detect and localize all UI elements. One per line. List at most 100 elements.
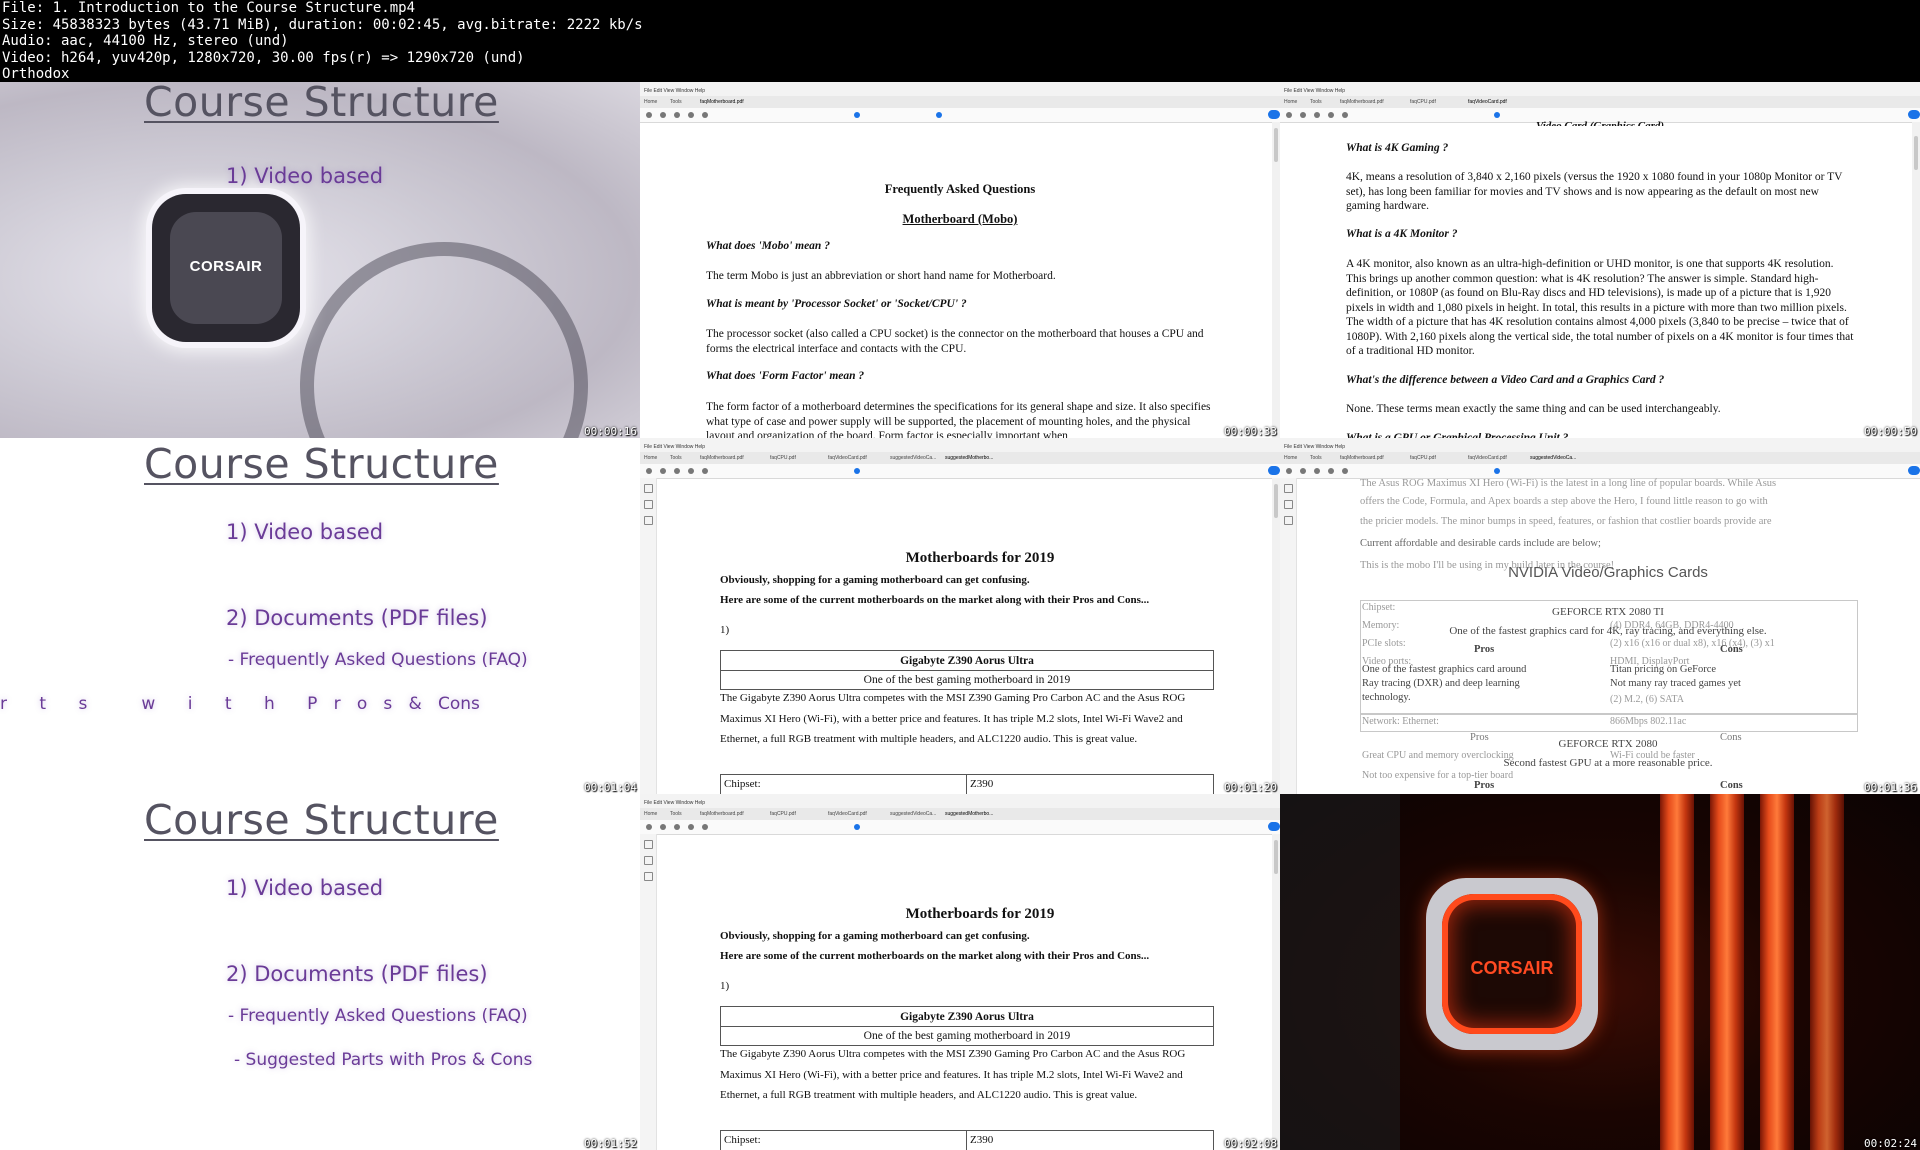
sign-button[interactable] (1268, 110, 1280, 119)
tab-home[interactable]: Home (644, 811, 657, 817)
bookmark-icon[interactable] (1284, 500, 1293, 509)
search-icon[interactable] (702, 468, 708, 474)
search-icon[interactable] (1342, 112, 1348, 118)
left-panel-rail (640, 834, 657, 1150)
bookmark-icon[interactable] (644, 856, 653, 865)
attachment-icon[interactable] (644, 872, 653, 881)
select-icon[interactable] (854, 824, 860, 830)
tab-faq-mobo[interactable]: faqMotherboard.pdf (700, 811, 744, 817)
tab-suggested-mobo[interactable]: suggestedMotherbo... (945, 455, 993, 461)
mail-icon[interactable] (1328, 468, 1334, 474)
tab-faq-video[interactable]: faqVideoCard.pdf (1468, 99, 1507, 105)
timestamp: 00:02:08 (1224, 1137, 1277, 1150)
ram-light-2 (1710, 794, 1744, 1150)
print-icon[interactable] (1314, 112, 1320, 118)
select-icon[interactable] (1494, 112, 1500, 118)
print-icon[interactable] (674, 112, 680, 118)
faq-a-4k-gaming: 4K, means a resolution of 3,840 x 2,160 … (1346, 171, 1843, 212)
tab-faq-cpu[interactable]: faqCPU.pdf (1410, 99, 1436, 105)
print-icon[interactable] (674, 824, 680, 830)
select-icon[interactable] (854, 468, 860, 474)
card2-cons: Cons (1720, 780, 1743, 791)
bookmark-icon[interactable] (644, 500, 653, 509)
select-icon[interactable] (1494, 468, 1500, 474)
pages-icon[interactable] (644, 840, 653, 849)
attachment-icon[interactable] (644, 516, 653, 525)
tab-faq-cpu[interactable]: faqCPU.pdf (1410, 455, 1436, 461)
tab-suggested-video[interactable]: suggestedVideoCa... (890, 455, 936, 461)
timestamp: 00:00:50 (1864, 425, 1917, 438)
mail-icon[interactable] (1328, 112, 1334, 118)
mail-icon[interactable] (688, 468, 694, 474)
save-icon[interactable] (646, 468, 652, 474)
tab-home[interactable]: Home (644, 455, 657, 461)
zoom-icon[interactable] (936, 112, 942, 118)
save-icon[interactable] (646, 824, 652, 830)
pages-icon[interactable] (644, 484, 653, 493)
tab-tools[interactable]: Tools (670, 811, 682, 817)
tab-home[interactable]: Home (1284, 455, 1297, 461)
tab-tools[interactable]: Tools (1310, 455, 1322, 461)
upload-icon[interactable] (660, 112, 666, 118)
upload-icon[interactable] (1300, 112, 1306, 118)
cooler-pump: CORSAIR (1426, 878, 1598, 1050)
slide-item-documents: 2) Documents (PDF files) (226, 962, 488, 986)
scrollbar[interactable] (1912, 122, 1920, 438)
tab-faq-video[interactable]: faqVideoCard.pdf (828, 455, 867, 461)
left-panel-rail (1280, 478, 1297, 794)
save-icon[interactable] (1286, 112, 1292, 118)
pdf-menu-bar[interactable]: File Edit View Window Help (1284, 444, 1345, 450)
tab-suggested-mobo[interactable]: suggestedMotherbo... (945, 811, 993, 817)
print-icon[interactable] (674, 468, 680, 474)
pdf-menu-bar[interactable]: File Edit View Window Help (644, 444, 705, 450)
save-icon[interactable] (646, 112, 652, 118)
pages-icon[interactable] (1284, 484, 1293, 493)
scrollbar[interactable] (1272, 478, 1280, 794)
tab-tools[interactable]: Tools (1310, 99, 1322, 105)
faq-a-video-vs-graphics: None. These terms mean exactly the same … (1346, 403, 1721, 415)
search-icon[interactable] (702, 824, 708, 830)
upload-icon[interactable] (1300, 468, 1306, 474)
upload-icon[interactable] (660, 468, 666, 474)
tab-faq-mobo[interactable]: faqMotherboard.pdf (1340, 99, 1384, 105)
ram-light-3 (1760, 794, 1794, 1150)
pdf-menu-bar[interactable]: File Edit View Window Help (644, 88, 705, 94)
sign-button[interactable] (1908, 110, 1920, 119)
tab-faq-mobo[interactable]: faqMotherboard.pdf (1340, 455, 1384, 461)
scrollbar[interactable] (1272, 834, 1280, 1150)
tab-faq-cpu[interactable]: faqCPU.pdf (770, 455, 796, 461)
slide-item-faq: - Frequently Asked Questions (FAQ) (228, 1006, 528, 1026)
select-icon[interactable] (854, 112, 860, 118)
tab-faq-mobo[interactable]: faqMotherboard.pdf (700, 455, 744, 461)
pdf-menu-bar[interactable]: File Edit View Window Help (1284, 88, 1345, 94)
scrollbar[interactable] (1272, 122, 1280, 438)
print-icon[interactable] (1314, 468, 1320, 474)
sign-button[interactable] (1268, 822, 1280, 831)
sign-button[interactable] (1908, 466, 1920, 475)
save-icon[interactable] (1286, 468, 1292, 474)
search-icon[interactable] (702, 112, 708, 118)
tab-suggested-video[interactable]: suggestedVideoCa... (890, 811, 936, 817)
left-panel-rail (640, 478, 657, 794)
tab-suggested-video[interactable]: suggestedVideoCa... (1530, 455, 1576, 461)
upload-icon[interactable] (660, 824, 666, 830)
tab-faq-video[interactable]: faqVideoCard.pdf (1468, 455, 1507, 461)
slide-title: Course Structure (144, 796, 499, 844)
search-icon[interactable] (1342, 468, 1348, 474)
tab-faq-cpu[interactable]: faqCPU.pdf (770, 811, 796, 817)
tab-home[interactable]: Home (644, 99, 657, 105)
tab-faq-video[interactable]: faqVideoCard.pdf (828, 811, 867, 817)
tab-tools[interactable]: Tools (670, 455, 682, 461)
faq-q1: What does 'Mobo' mean ? (706, 240, 830, 252)
sign-button[interactable] (1268, 466, 1280, 475)
attachment-icon[interactable] (1284, 516, 1293, 525)
faq-a-4k-monitor: A 4K monitor, also known as an ultra-hig… (1346, 258, 1854, 357)
sug-intro-1: Obviously, shopping for a gaming motherb… (720, 930, 1030, 942)
tab-faq-mobo[interactable]: faqMotherboard.pdf (700, 99, 744, 105)
tab-tools[interactable]: Tools (670, 99, 682, 105)
tab-home[interactable]: Home (1284, 99, 1297, 105)
mail-icon[interactable] (688, 112, 694, 118)
mail-icon[interactable] (688, 824, 694, 830)
ghost-pcie: PCIe slots: (1362, 638, 1406, 649)
pdf-menu-bar[interactable]: File Edit View Window Help (644, 800, 705, 806)
